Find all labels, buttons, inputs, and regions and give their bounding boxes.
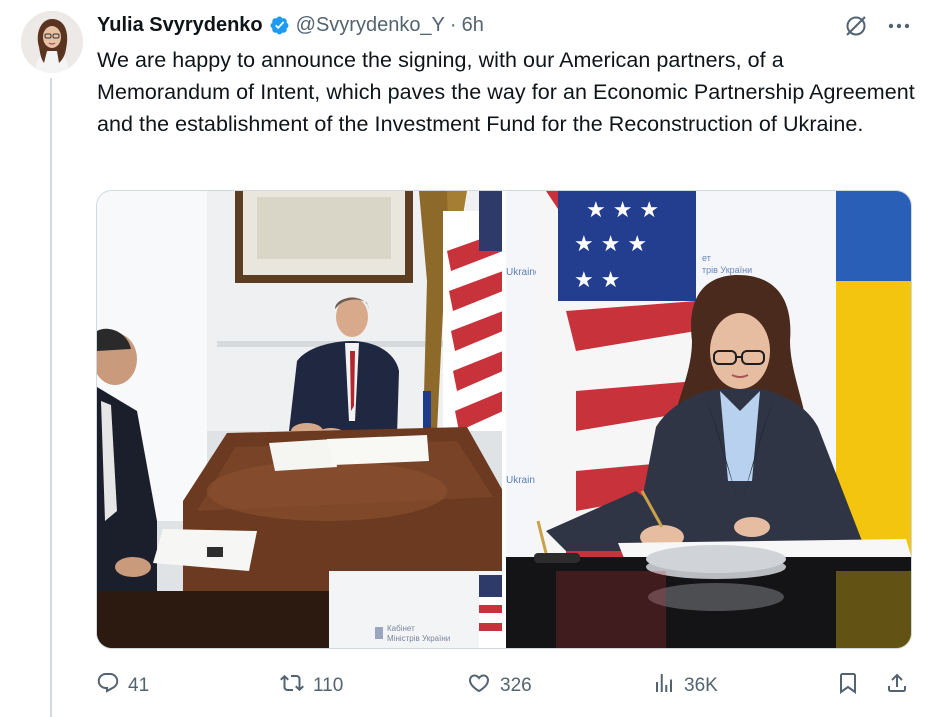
share-button[interactable] [885,670,909,702]
separator-dot: · [449,13,457,36]
tweet-actions: 41 110 326 36K [96,670,916,702]
timestamp[interactable]: 6h [462,14,484,37]
tweet-text: We are happy to announce the signing, wi… [97,48,915,136]
author-handle[interactable]: @Svyrydenko_Y [296,14,445,37]
grok-icon[interactable] [840,12,872,40]
svg-text:★ ★ ★: ★ ★ ★ [586,198,659,223]
svg-text:★ ★ ★: ★ ★ ★ [574,232,647,257]
photo-signing-usa[interactable]: Кабінет Міністрів України [97,191,502,648]
svg-text:★ ★: ★ ★ [574,268,620,293]
right-banner-line2: трів України [702,265,752,275]
verified-badge-icon[interactable] [269,15,290,36]
right-banner-side: Ukraine [506,267,541,278]
left-nameplate-line1: Кабінет [387,624,415,633]
heart-icon [466,671,492,701]
avatar[interactable] [21,11,83,73]
left-nameplate-line2: Міністрів України [387,634,450,643]
media-grid: Кабінет Міністрів України Ukraine Ukrain… [96,190,912,649]
views-count: 36K [684,675,718,696]
photo-signing-ukraine[interactable]: Ukraine Ukrain ет трів України ★ ★ ★ ★ ★… [506,191,911,648]
bookmark-icon [836,671,860,701]
views-button[interactable]: 36K [652,670,718,702]
right-banner-line1: ет [702,253,711,263]
reply-count: 41 [128,675,150,696]
retweet-count: 110 [313,675,344,696]
more-dots-icon[interactable] [882,12,916,40]
like-button[interactable]: 326 [466,670,532,702]
like-count: 326 [500,675,532,696]
thread-line [50,78,52,717]
reply-icon [96,671,120,701]
retweet-button[interactable]: 110 [279,670,343,702]
share-icon [885,671,909,701]
tweet-header: Yulia Svyrydenko @Svyrydenko_Y · 6h [97,11,484,39]
reply-button[interactable]: 41 [96,670,149,702]
views-chart-icon [652,671,676,701]
right-banner-side-lower: Ukrain [506,475,535,486]
author-name[interactable]: Yulia Svyrydenko [97,14,263,37]
bookmark-button[interactable] [836,670,860,702]
retweet-icon [279,671,305,701]
